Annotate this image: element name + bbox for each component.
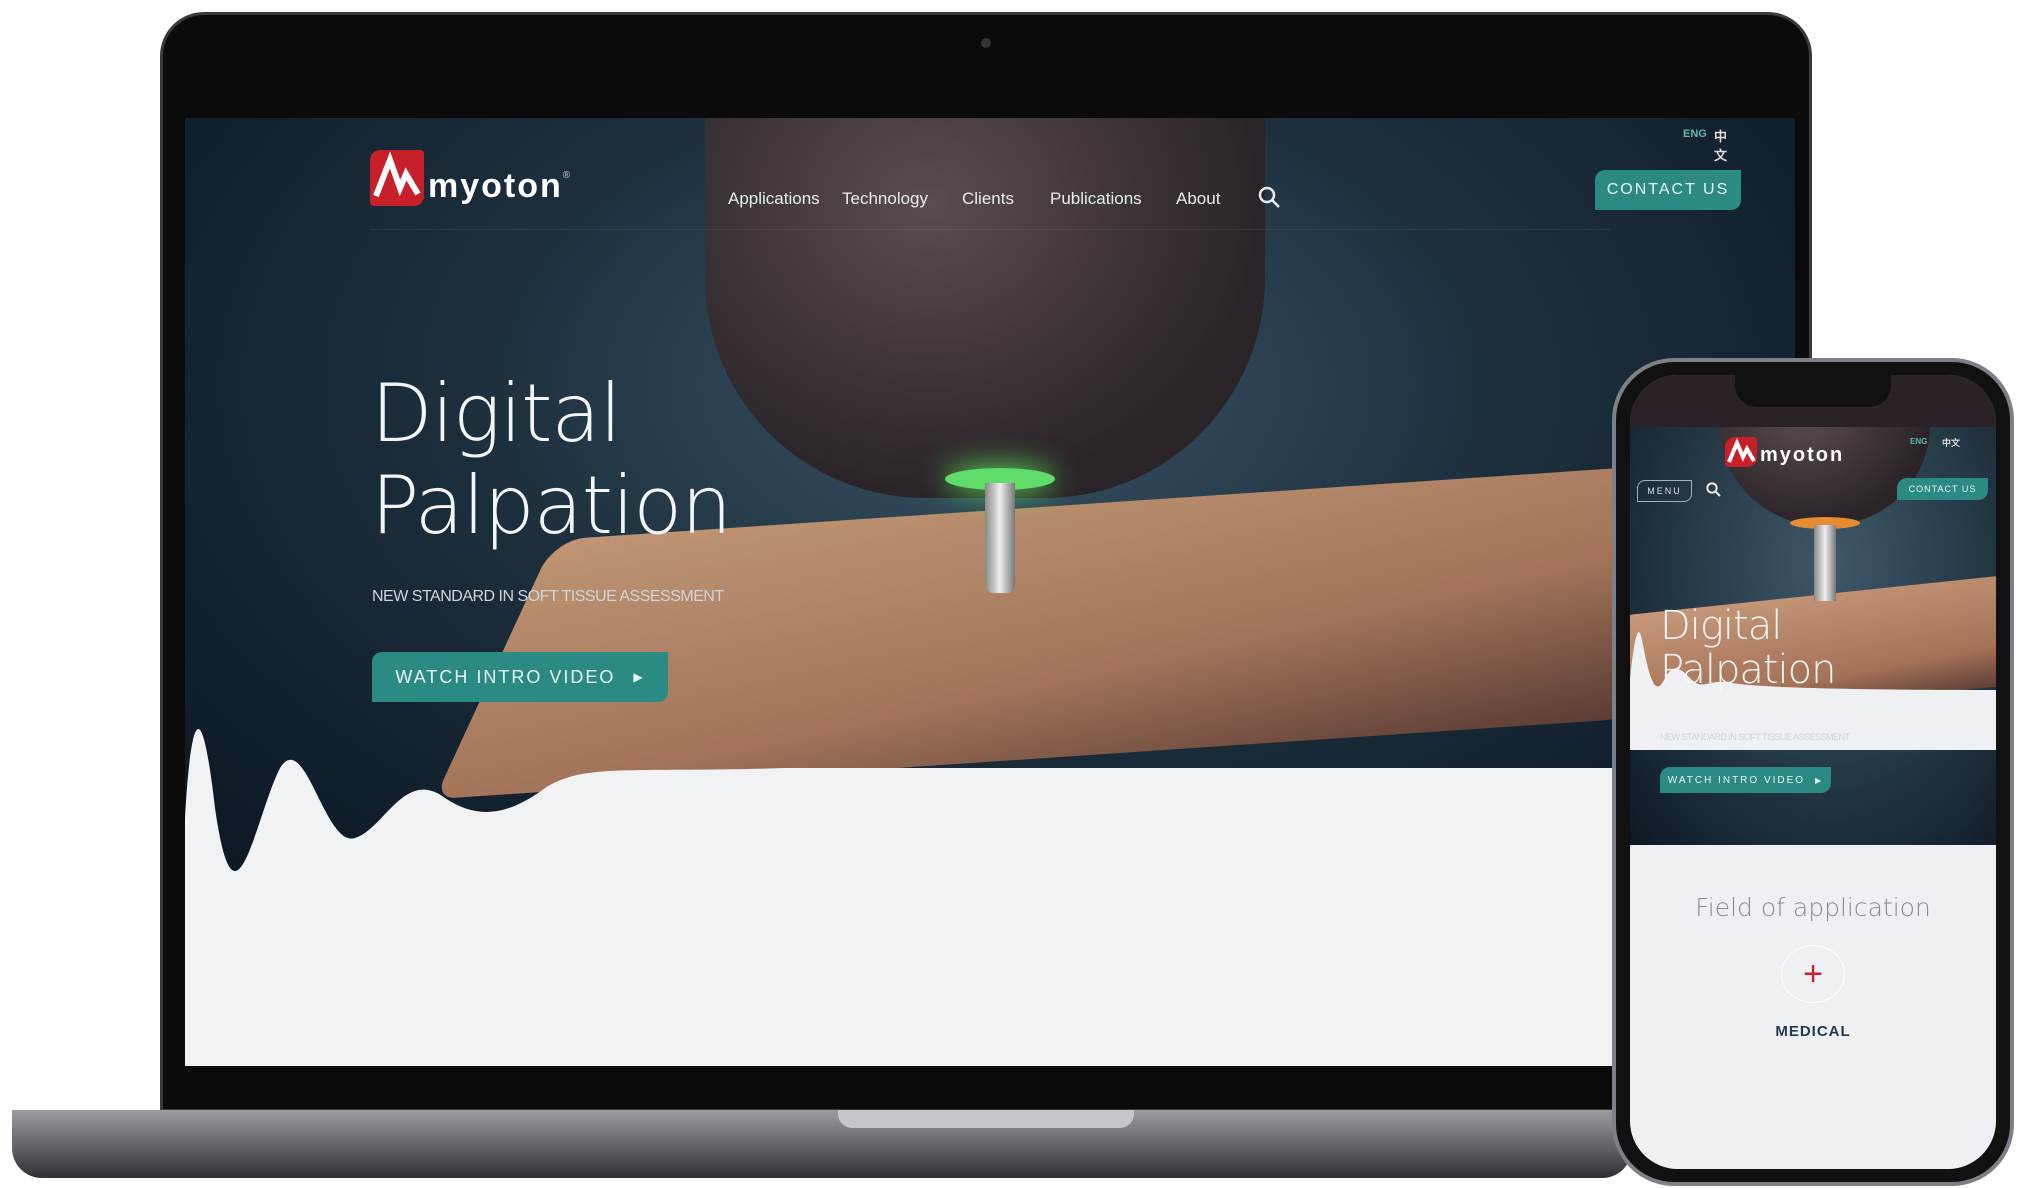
mobile-hero-title-line2: Palpation	[1660, 647, 1836, 693]
mobile-play-triangle-icon: ▶	[1815, 775, 1824, 785]
mobile-watch-intro-video-button[interactable]: WATCH INTRO VIDEO ▶	[1660, 767, 1831, 793]
nav-applications[interactable]: Applications	[728, 189, 820, 209]
mobile-probe-image	[1814, 525, 1836, 601]
menu-button[interactable]: MENU	[1637, 480, 1692, 502]
probe-image	[985, 483, 1015, 593]
laptop-camera	[981, 38, 991, 48]
laptop-base	[12, 1110, 1632, 1178]
medical-category-button[interactable]: +	[1781, 945, 1845, 1003]
registered-mark: ®	[562, 170, 571, 181]
logo-mark-icon	[370, 150, 424, 206]
mobile-hero-subtitle: NEW STANDARD IN SOFT TISSUE ASSESSMENT	[1660, 732, 1850, 742]
search-icon[interactable]	[1258, 186, 1282, 210]
plus-icon: +	[1803, 954, 1823, 993]
phone-notch	[1735, 375, 1891, 407]
mobile-search-icon[interactable]	[1706, 482, 1722, 498]
mobile-lang-eng[interactable]: ENG	[1910, 437, 1927, 446]
laptop-opening-notch	[838, 1110, 1134, 1128]
nav-about[interactable]: About	[1176, 189, 1220, 209]
laptop-screen: myoton ® Applications Technology Clients…	[185, 118, 1795, 1066]
nav-clients[interactable]: Clients	[962, 189, 1014, 209]
lang-eng[interactable]: ENG	[1683, 128, 1707, 140]
hero-subtitle: NEW STANDARD IN SOFT TISSUE ASSESSMENT	[372, 588, 724, 605]
mobile-hero-title-line1: Digital	[1660, 603, 1782, 649]
watch-intro-video-button[interactable]: WATCH INTRO VIDEO ▶	[372, 652, 668, 702]
mobile-watch-video-label: WATCH INTRO VIDEO	[1667, 774, 1806, 786]
field-of-application-heading: Field of application	[1695, 893, 1931, 922]
mobile-logo-text: myoton	[1760, 444, 1845, 466]
hero-title-line2: Palpation	[371, 459, 732, 552]
logo[interactable]: myoton ®	[370, 150, 570, 206]
mobile-lang-zh[interactable]: 中文	[1942, 436, 1960, 449]
wave-divider	[185, 729, 1795, 1066]
logo-text: myoton	[428, 167, 563, 205]
phone-screen: myoton ENG 中文 MENU CONTACT US Digital Pa…	[1630, 375, 1996, 1169]
nav-publications[interactable]: Publications	[1050, 189, 1142, 209]
play-triangle-icon: ▶	[633, 670, 645, 684]
hero-title-line1: Digital	[371, 367, 622, 460]
watch-video-label: WATCH INTRO VIDEO	[395, 666, 616, 687]
mobile-contact-us-button[interactable]: CONTACT US	[1897, 478, 1988, 500]
nav-technology[interactable]: Technology	[842, 189, 928, 209]
contact-us-button[interactable]: CONTACT US	[1595, 170, 1741, 210]
mobile-logo[interactable]: myoton	[1725, 437, 1844, 467]
mobile-logo-mark-icon	[1725, 437, 1757, 467]
top-navbar: myoton ® Applications Technology Clients…	[370, 118, 1741, 230]
medical-label[interactable]: MEDICAL	[1630, 1023, 1996, 1040]
lang-zh[interactable]: 中文	[1714, 126, 1727, 164]
